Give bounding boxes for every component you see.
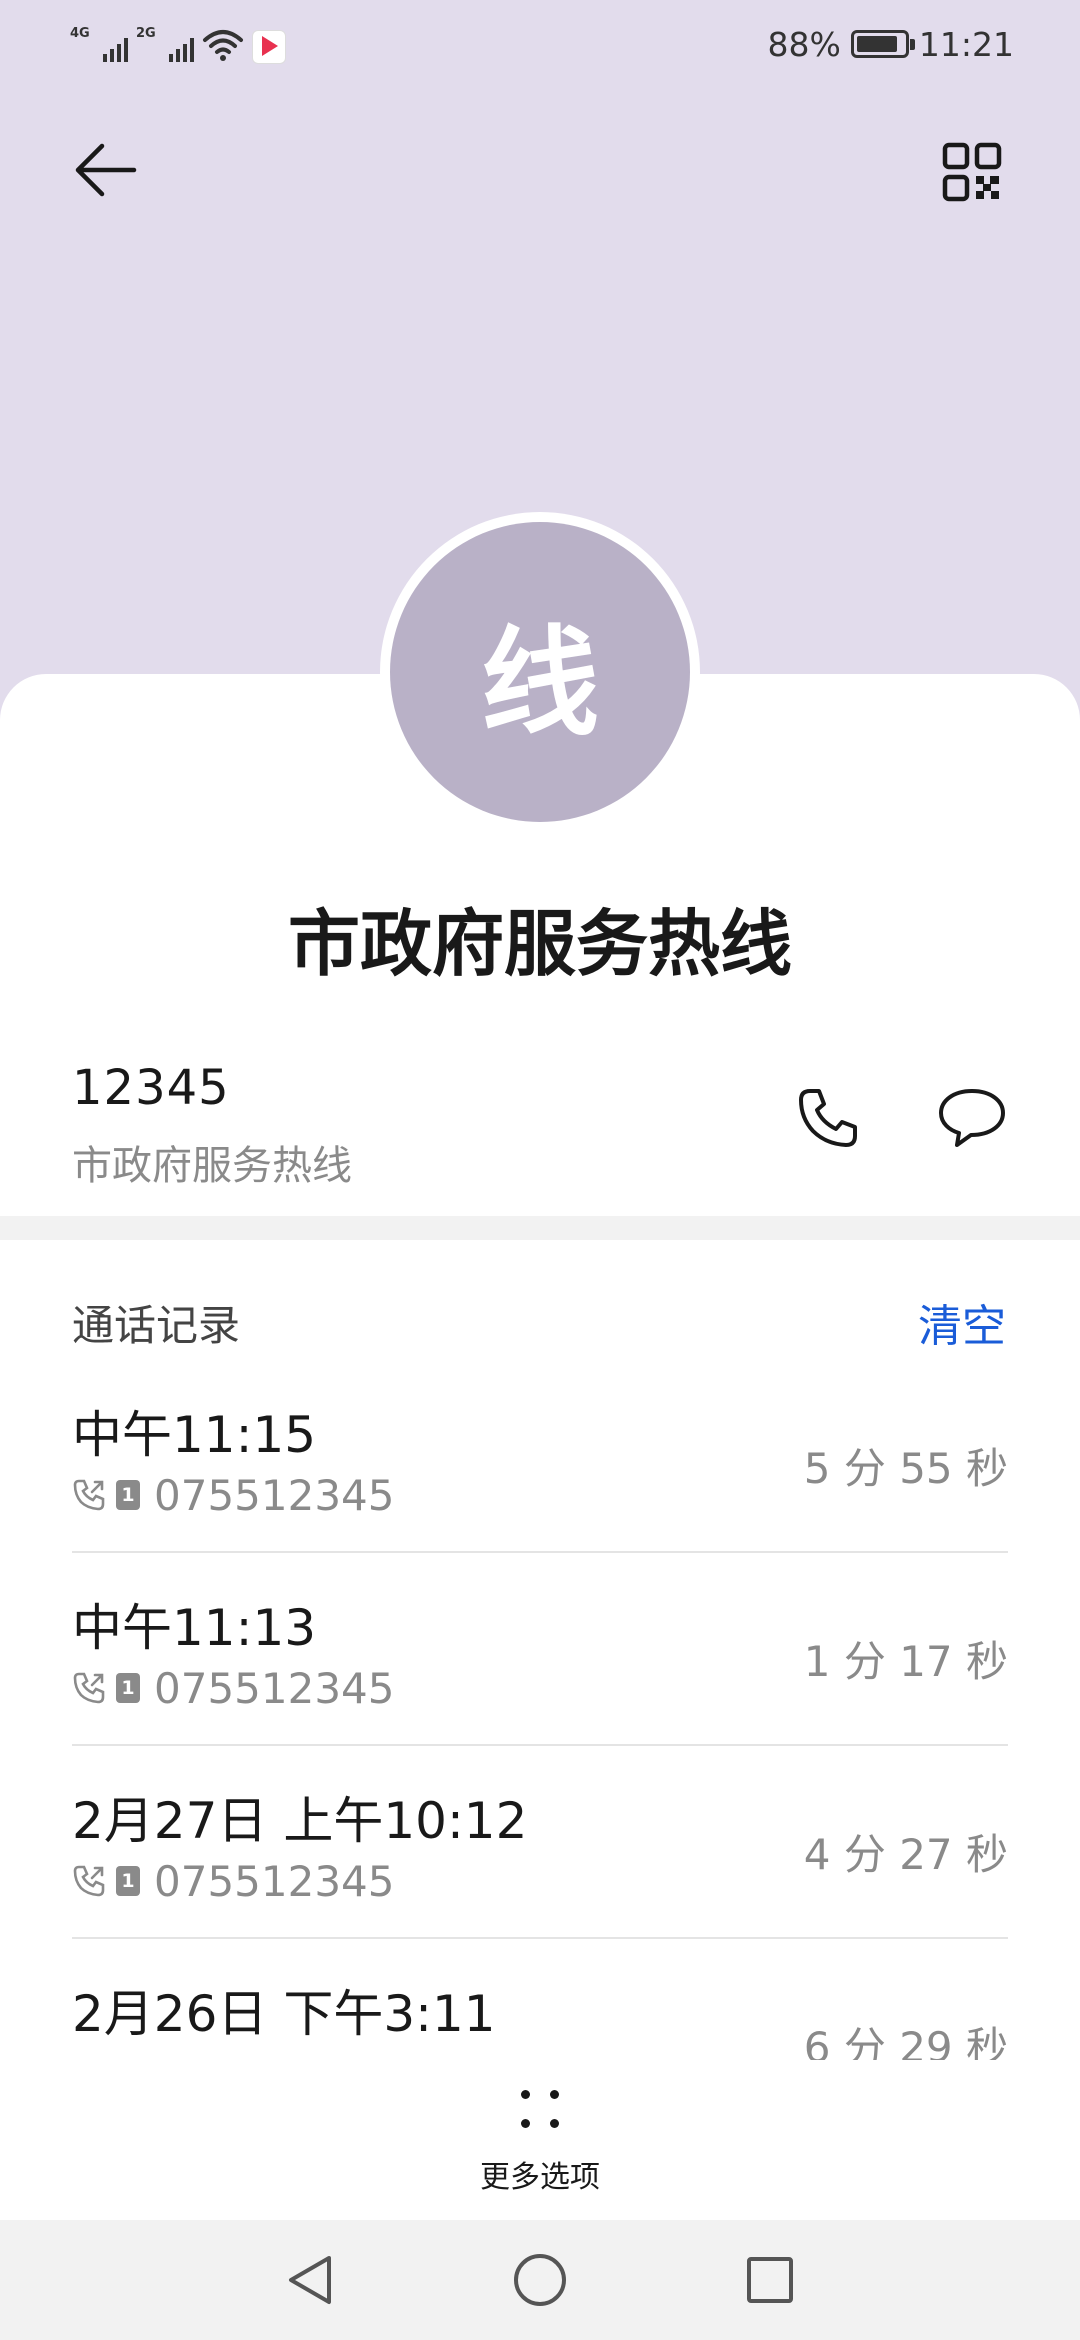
wifi-icon — [203, 30, 243, 61]
call-button[interactable] — [790, 1080, 866, 1156]
system-navigation-bar — [0, 2220, 1080, 2340]
call-time: 2月26日 下午3:11 — [72, 1985, 496, 2043]
clear-button[interactable]: 清空 — [918, 1290, 1006, 1354]
call-log-item[interactable]: 中午11:15 1 075512345 5 分 55 秒 — [72, 1360, 1008, 1553]
more-options-button[interactable]: 更多选项 — [440, 2080, 640, 2210]
message-icon — [939, 1089, 1005, 1147]
call-meta: 1 075512345 — [72, 1856, 395, 1906]
call-duration: 6 分 29 秒 — [803, 2023, 1008, 2060]
call-time: 中午11:15 — [72, 1406, 317, 1464]
message-button[interactable] — [932, 1080, 1012, 1156]
call-meta: 1 075512345 — [72, 1470, 395, 1520]
call-log-title: 通话记录 — [72, 1301, 241, 1350]
sim-card-icon: 1 — [116, 1866, 140, 1896]
call-meta: 1 075512345 — [72, 1663, 395, 1713]
phone-icon — [799, 1089, 857, 1147]
network-type-label: 2G — [136, 26, 156, 41]
phone-number[interactable]: 12345 — [72, 1060, 230, 1116]
call-number: 075512345 — [154, 1663, 395, 1713]
square-recents-icon — [747, 2257, 793, 2303]
avatar: 线 — [390, 522, 690, 822]
call-duration: 1 分 17 秒 — [803, 1637, 1008, 1686]
outgoing-call-icon — [73, 1479, 105, 1511]
arrow-left-icon — [75, 143, 137, 197]
call-time: 中午11:13 — [72, 1599, 317, 1657]
app-notification-icon — [252, 30, 286, 64]
sim-card-icon: 1 — [116, 1673, 140, 1703]
call-log-item[interactable]: 中午11:13 1 075512345 1 分 17 秒 — [72, 1553, 1008, 1746]
outgoing-call-icon — [73, 1865, 105, 1897]
qr-code-button[interactable] — [932, 132, 1012, 212]
battery-percent: 88% — [767, 24, 841, 64]
call-log-list: 中午11:15 1 075512345 5 分 55 秒 中午11:13 1 0… — [72, 1360, 1008, 2060]
call-duration: 4 分 27 秒 — [803, 1830, 1008, 1879]
qr-code-icon — [942, 142, 1002, 202]
more-dots-icon — [515, 2084, 565, 2134]
status-bar: 4G 2G 88% 11:21 — [0, 0, 1080, 90]
nav-recents-button[interactable] — [732, 2242, 808, 2318]
network-type-label: 4G — [70, 26, 90, 41]
more-options-label: 更多选项 — [480, 2160, 600, 2195]
triangle-back-icon — [289, 2256, 331, 2304]
call-duration: 5 分 55 秒 — [803, 1444, 1008, 1493]
call-log-item[interactable]: 2月27日 上午10:12 1 075512345 4 分 27 秒 — [72, 1746, 1008, 1939]
signal-icon: 4G — [70, 26, 128, 64]
battery-icon — [850, 30, 915, 58]
status-icons-right: 88% 11:21 — [768, 24, 1014, 64]
sim-card-icon: 1 — [116, 1480, 140, 1510]
signal-icon: 2G — [136, 26, 194, 64]
contact-name: 市政府服务热线 — [287, 902, 792, 986]
clock: 11:21 — [918, 24, 1014, 64]
avatar-initial: 线 — [480, 613, 599, 752]
status-icons-left: 4G 2G — [70, 24, 286, 64]
back-button[interactable] — [66, 130, 146, 210]
nav-back-button[interactable] — [272, 2242, 348, 2318]
call-number: 075512345 — [154, 1856, 395, 1906]
section-divider — [0, 1216, 1080, 1240]
outgoing-call-icon — [73, 1672, 105, 1704]
call-time: 2月27日 上午10:12 — [72, 1792, 528, 1850]
phone-number-label: 市政府服务热线 — [72, 1143, 352, 1189]
call-log-item[interactable]: 2月26日 下午3:11 6 分 29 秒 — [72, 1939, 1008, 2060]
call-number: 075512345 — [154, 1470, 395, 1520]
nav-home-button[interactable] — [502, 2242, 578, 2318]
circle-home-icon — [514, 2254, 566, 2306]
